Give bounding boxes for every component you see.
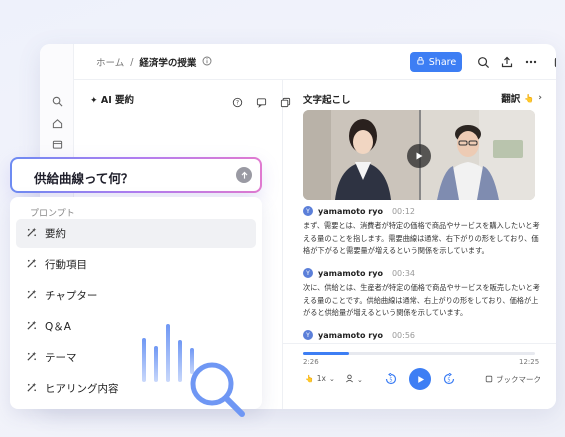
- audio-player: 2:26 12:25 👆 1x ⌄ ⌄ 5 5 ブックマーク: [283, 343, 556, 409]
- ai-search-icon[interactable]: [476, 55, 490, 69]
- progress-fill: [303, 352, 350, 355]
- prompt-item-label: テーマ: [45, 352, 77, 364]
- svg-text:5: 5: [389, 377, 392, 383]
- bookmark-icon: [485, 375, 493, 385]
- breadcrumb-home[interactable]: ホーム: [96, 55, 124, 69]
- prompt-item-label: 行動項目: [45, 259, 87, 271]
- forward-icon: 5: [443, 373, 455, 385]
- home-icon[interactable]: [50, 116, 64, 130]
- speed-label: 1x: [316, 374, 326, 383]
- avatar: Y: [303, 206, 313, 216]
- breadcrumb: ホーム / 経済学の授業: [96, 55, 212, 69]
- hand-icon: 👆: [305, 374, 314, 383]
- chevron-down-icon: ⌄: [328, 374, 335, 383]
- lock-icon: [416, 56, 425, 68]
- forward-button[interactable]: 5: [443, 373, 455, 385]
- transcript-panel: 文字起こし 翻訳 👆 › Y yamamoto ryo 00:12 まず、需要と…: [283, 80, 556, 409]
- speaker-row: Y yamamoto ryo 00:56: [303, 330, 541, 340]
- magic-wand-icon: [26, 289, 37, 303]
- timestamp[interactable]: 00:12: [392, 207, 415, 216]
- speaker-row: Y yamamoto ryo 00:34: [303, 268, 541, 278]
- speaker-name: yamamoto ryo: [318, 330, 383, 340]
- speaker-row: Y yamamoto ryo 00:12: [303, 206, 541, 216]
- timestamp[interactable]: 00:56: [392, 331, 415, 340]
- question-input[interactable]: 供給曲線って何？: [34, 168, 133, 187]
- top-bar: ホーム / 経済学の授業 Share: [74, 44, 556, 80]
- magic-wand-icon: [26, 258, 37, 272]
- speaker-name: yamamoto ryo: [318, 268, 383, 278]
- prompt-item[interactable]: 行動項目: [16, 250, 256, 279]
- prompt-item-label: ヒアリング内容: [45, 383, 119, 395]
- breadcrumb-separator: /: [130, 56, 134, 68]
- video-player[interactable]: [303, 110, 535, 200]
- prompt-item[interactable]: 要約: [16, 219, 256, 248]
- notes-icon[interactable]: [552, 55, 556, 69]
- svg-text:5: 5: [447, 377, 450, 383]
- play-overlay-icon[interactable]: [407, 144, 431, 168]
- search-icon[interactable]: [50, 94, 64, 108]
- transcript-entry: Y yamamoto ryo 00:56: [303, 330, 541, 340]
- speaker-filter[interactable]: ⌄: [345, 374, 363, 385]
- speaker-name: yamamoto ryo: [318, 206, 383, 216]
- svg-text:?: ?: [236, 100, 239, 107]
- breadcrumb-current: 経済学の授業: [139, 58, 197, 69]
- chevron-down-icon: ⌄: [357, 375, 363, 384]
- prompt-item-label: 要約: [45, 228, 66, 240]
- translate-button[interactable]: 翻訳 👆 ›: [501, 91, 542, 105]
- info-icon[interactable]: [202, 56, 212, 69]
- prompt-item[interactable]: チャプター: [16, 281, 256, 310]
- current-time: 2:26: [303, 358, 319, 366]
- transcript-entry: Y yamamoto ryo 00:34 次に、供給とは、生産者が特定の価格で商…: [303, 268, 541, 320]
- help-icon[interactable]: ?: [232, 93, 244, 108]
- bookmark-label: ブックマーク: [496, 375, 541, 384]
- transcript-text: まず、需要とは、消費者が特定の価格で商品やサービスを購入したいと考える量のことを…: [303, 221, 540, 256]
- arrow-up-icon: [241, 171, 247, 179]
- ai-question-box[interactable]: 供給曲線って何？: [10, 157, 262, 193]
- timestamp[interactable]: 00:34: [392, 269, 415, 278]
- prompt-item-label: Q＆A: [45, 321, 71, 333]
- progress-bar[interactable]: [303, 352, 535, 355]
- rewind-button[interactable]: 5: [385, 373, 397, 385]
- magic-wand-icon: [26, 227, 37, 241]
- magic-wand-icon: [26, 320, 37, 334]
- more-icon[interactable]: [524, 55, 538, 69]
- play-button[interactable]: [409, 368, 431, 390]
- play-icon: [417, 375, 424, 383]
- comment-icon[interactable]: [256, 93, 268, 108]
- prompt-menu-title: プロンプト: [30, 209, 75, 219]
- transcript-title: 文字起こし: [303, 95, 351, 106]
- speed-control[interactable]: 👆 1x ⌄: [305, 374, 335, 383]
- magnifier-illustration: [190, 362, 245, 417]
- magic-wand-icon: [26, 382, 37, 396]
- hand-icon: 👆: [524, 93, 535, 103]
- magic-wand-icon: [26, 351, 37, 365]
- bookmark-button[interactable]: ブックマーク: [485, 374, 541, 385]
- sparkle-icon: ✦: [90, 96, 98, 106]
- ai-summary-title: ✦ AI 要約: [90, 92, 134, 106]
- chevron-right-icon: ›: [538, 93, 542, 103]
- transcript-entry: Y yamamoto ryo 00:12 まず、需要とは、消費者が特定の価格で商…: [303, 206, 541, 258]
- share-button[interactable]: Share: [410, 52, 462, 72]
- person-icon: [345, 374, 354, 385]
- avatar: Y: [303, 268, 313, 278]
- folder-icon[interactable]: [50, 137, 64, 151]
- send-button[interactable]: [236, 167, 252, 183]
- prompt-item[interactable]: Q＆A: [16, 312, 256, 341]
- translate-label: 翻訳: [501, 94, 521, 105]
- total-time: 12:25: [519, 358, 540, 366]
- avatar: Y: [303, 330, 313, 340]
- transcript-text: 次に、供給とは、生産者が特定の価格で商品やサービスを販売したいと考える量のことで…: [303, 283, 540, 318]
- prompt-item-label: チャプター: [45, 290, 98, 302]
- ai-summary-label: AI 要約: [100, 95, 135, 106]
- share-label: Share: [428, 56, 457, 68]
- upload-icon[interactable]: [500, 55, 514, 69]
- rewind-icon: 5: [385, 373, 397, 385]
